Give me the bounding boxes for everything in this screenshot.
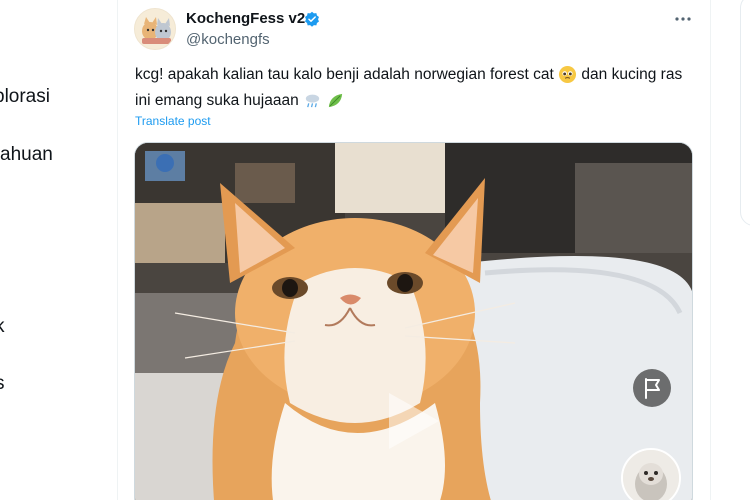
nav-item-partial-k[interactable]: k	[0, 316, 5, 338]
play-icon[interactable]	[381, 389, 445, 453]
column-divider-left	[117, 0, 118, 500]
pleading-face-emoji-icon	[559, 66, 577, 84]
rain-cloud-emoji-icon	[305, 95, 320, 108]
report-flag-button[interactable]	[633, 369, 671, 407]
author-handle[interactable]: @kochengfs	[186, 31, 270, 48]
tweet-text-part1: kcg! apakah kalian tau kalo benji adalah…	[135, 66, 554, 83]
more-dots-icon[interactable]	[672, 8, 694, 30]
column-divider-right	[710, 0, 711, 500]
creator-avatar-illustration	[623, 450, 679, 500]
tweet-video[interactable]	[134, 142, 693, 500]
nav-item-explore[interactable]: plorasi	[0, 86, 50, 108]
flag-icon	[645, 378, 660, 399]
translate-post-link[interactable]: Translate post	[135, 114, 211, 128]
leaf-wind-emoji-icon	[329, 94, 343, 108]
video-creator-avatar[interactable]	[621, 448, 681, 500]
author-display-name[interactable]: KochengFess v2	[186, 10, 305, 27]
nav-item-partial-s[interactable]: s	[0, 373, 5, 395]
tweet-text: kcg! apakah kalian tau kalo benji adalah…	[135, 62, 695, 114]
left-navigation: plorasi ahuan k s	[0, 0, 118, 500]
author-avatar[interactable]	[134, 8, 176, 50]
verified-badge-icon	[305, 11, 319, 27]
avatar-illustration	[135, 9, 175, 49]
right-sidebar-card-edge	[740, 0, 750, 226]
nav-item-notifications[interactable]: ahuan	[0, 144, 53, 166]
